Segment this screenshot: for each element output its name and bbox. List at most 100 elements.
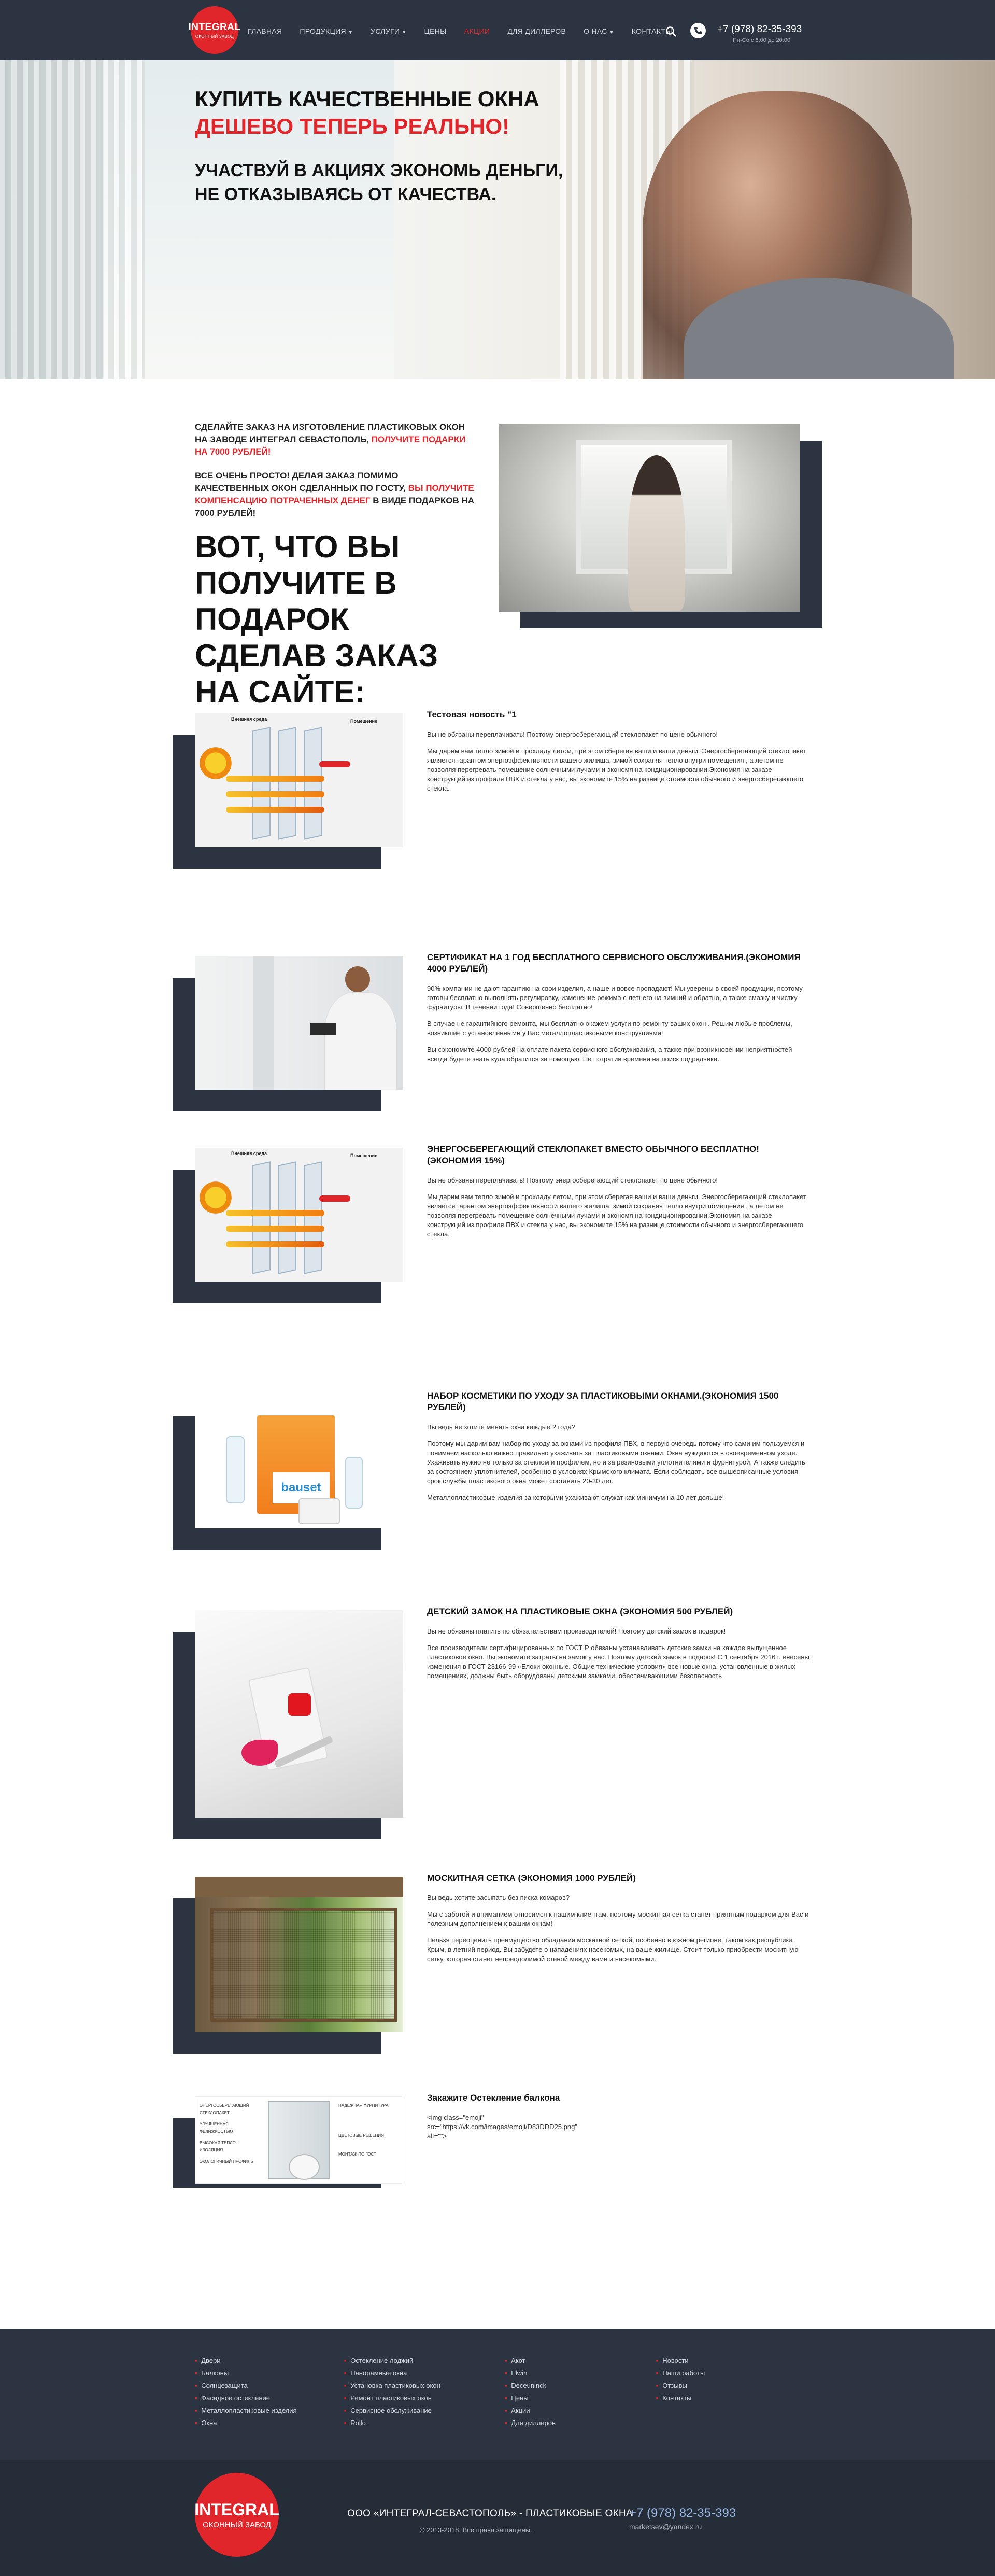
hero-title-line1: Купить качественные окна xyxy=(195,87,539,111)
feature-title: Закажите Остекление балкона xyxy=(427,2093,560,2103)
technician-body xyxy=(324,992,397,1090)
phone-icon[interactable] xyxy=(690,23,706,38)
promo-heading: Вот, что вы получите в подарок сделав за… xyxy=(195,529,438,709)
feature-body: Вы не обязаны платить по обязательствам … xyxy=(427,1627,811,1688)
footer-link[interactable]: Deceuninck xyxy=(505,2380,556,2392)
diagram-outside-label: Внешняя среда xyxy=(231,716,267,722)
feature-title: Москитная сетка (экономия 1000 рублей) xyxy=(427,1873,636,1883)
feature-paragraph: В случае не гарантийного ремонта, мы бес… xyxy=(427,1020,792,1037)
footer-link[interactable]: Двери xyxy=(195,2355,297,2367)
footer-link[interactable]: Цены xyxy=(505,2392,556,2404)
profile-label: ВЫСОКАЯ ТЕПЛО-ИЗОЛЯЦИЯ xyxy=(200,2141,237,2152)
footer-link[interactable]: Сервисное обслуживание xyxy=(344,2404,440,2417)
footer-link[interactable]: Окна xyxy=(195,2417,297,2429)
heat-arrow xyxy=(226,1226,324,1232)
profile-label: УЛУЧШЕННАЯ ФЕЛИЖКОСТЬЮ xyxy=(200,2122,233,2134)
footer-link[interactable]: Установка пластиковых окон xyxy=(344,2380,440,2392)
footer-email[interactable]: marketsev@yandex.ru xyxy=(629,2523,702,2531)
nav-about[interactable]: О нас ▼ xyxy=(584,27,614,35)
footer-link[interactable]: Балконы xyxy=(195,2367,297,2380)
footer-link[interactable]: Акции xyxy=(505,2404,556,2417)
feature-body: Вы ведь не хотите менять окна каждые 2 г… xyxy=(427,1423,811,1510)
feature-paragraph: Мы с заботой и вниманием относимся к наш… xyxy=(427,1910,809,1927)
site-header: INTEGRAL ОКОННЫЙ ЗАВОД Главная Продукция… xyxy=(0,0,995,60)
footer-link[interactable]: Elwin xyxy=(505,2367,556,2380)
feature-title: Набор косметики по уходу за пластиковыми… xyxy=(427,1391,779,1412)
logo-subtitle: ОКОННЫЙ ЗАВОД xyxy=(195,34,234,39)
footer-link[interactable]: Остекление лоджий xyxy=(344,2355,440,2367)
feature-paragraph: Мы дарим вам тепло зимой и прохладу лето… xyxy=(427,1193,806,1238)
logo-title: INTEGRAL xyxy=(188,21,241,33)
heat-arrow xyxy=(226,1210,324,1216)
cosmetics-kit-image: bauset xyxy=(195,1395,403,1528)
footer-logo-subtitle: ОКОННЫЙ ЗАВОД xyxy=(203,2521,271,2529)
logo[interactable]: INTEGRAL ОКОННЫЙ ЗАВОД xyxy=(188,6,241,54)
mosquito-net xyxy=(210,1908,397,2022)
nav-products[interactable]: Продукция ▼ xyxy=(300,27,353,35)
hero-subtitle-line2: не отказываясь от качества. xyxy=(195,185,496,204)
main-nav: Главная Продукция ▼ Услуги ▼ Цены Акции Дл… xyxy=(248,27,690,35)
footer-link[interactable]: Солнцезащита xyxy=(195,2380,297,2392)
feature-paragraph: <img class="emoji" src="https://vk.com/i… xyxy=(427,2114,577,2140)
footer-link[interactable]: Фасадное остекление xyxy=(195,2392,297,2404)
footer-link[interactable]: Наши работы xyxy=(656,2367,705,2380)
chevron-down-icon: ▼ xyxy=(402,30,407,35)
footer-copyright: © 2013-2018. Все права защищены. xyxy=(420,2526,532,2534)
promo-image xyxy=(499,424,800,612)
footer-link[interactable]: Отзывы xyxy=(656,2380,705,2392)
profile-labels-left: ЭНЕРГОСБЕРЕГАЮЩИЙ СТЕКЛОПАКЕТ УЛУЧШЕННАЯ… xyxy=(200,2102,260,2165)
diagram-outside-label: Внешняя среда xyxy=(231,1151,267,1156)
spray-bottle xyxy=(226,1436,245,1503)
promo-woman-figure xyxy=(628,455,685,611)
footer-link[interactable]: Металлопластиковые изделия xyxy=(195,2404,296,2417)
promo-text-1: Сделайте заказ на изготовление пластиков… xyxy=(195,421,475,458)
header-phone[interactable]: +7 (978) 82-35-393 xyxy=(717,24,802,35)
feature-body: Вы ведь хотите засыпать без писка комаро… xyxy=(427,1893,811,1971)
window-frame-top xyxy=(195,1877,403,1897)
technician-image xyxy=(195,956,403,1090)
search-icon[interactable] xyxy=(665,26,677,37)
feature-paragraph: Вы сэкономите 4000 рублей на оплате паке… xyxy=(427,1046,792,1063)
hero-curtain-left xyxy=(0,60,145,379)
feature-paragraph: 90% компании не дают гарантию на свои из… xyxy=(427,984,803,1011)
footer-link[interactable]: Ремонт пластиковых окон xyxy=(344,2392,440,2404)
footer-link[interactable]: Панорамные окна xyxy=(344,2367,440,2380)
nav-dealers[interactable]: Для диллеров xyxy=(507,27,566,35)
heat-arrow xyxy=(226,807,324,813)
footer-links xyxy=(0,2329,995,2460)
feature-paragraph: Мы дарим вам тепло зимой и прохладу лето… xyxy=(427,747,806,792)
feature-body: Вы не обязаны переплачивать! Поэтому эне… xyxy=(427,1176,811,1246)
technician-head xyxy=(345,966,370,992)
feature-title: Энергосберегающий стеклопакет вместо обы… xyxy=(427,1144,759,1165)
feature-paragraph: Металлопластиковые изделия за которыми у… xyxy=(427,1494,724,1501)
chevron-down-icon: ▼ xyxy=(609,30,614,35)
footer-phone[interactable]: +7 (978) 82-35-393 xyxy=(629,2506,736,2521)
footer-link[interactable]: Акот xyxy=(505,2355,556,2367)
footer-logo[interactable]: INTEGRAL ОКОННЫЙ ЗАВОД xyxy=(194,2473,279,2557)
footer-column: Остекление лоджий Панорамные окна Устано… xyxy=(344,2355,440,2429)
nav-promotions[interactable]: Акции xyxy=(464,27,490,35)
feature-paragraph: Вы ведь хотите засыпать без писка комаро… xyxy=(427,1894,570,1902)
feature-paragraph: Вы не обязаны переплачивать! Поэтому эне… xyxy=(427,730,718,738)
glass-pane xyxy=(278,727,296,840)
nav-prices[interactable]: Цены xyxy=(424,27,446,35)
chevron-down-icon: ▼ xyxy=(348,30,353,35)
nav-home[interactable]: Главная xyxy=(248,27,282,35)
heat-return-arrow xyxy=(319,761,350,767)
key-icon xyxy=(241,1740,278,1766)
profile-label: НАДЕЖНАЯ ФУРНИТУРА xyxy=(338,2103,389,2108)
profile-label: ЭКОЛОГИЧНЫЙ ПРОФИЛЬ xyxy=(200,2159,253,2164)
footer-link[interactable]: Новости xyxy=(656,2355,705,2367)
gost-badge-icon xyxy=(289,2154,320,2180)
footer-link[interactable]: Контакты xyxy=(656,2392,705,2404)
footer-column: Двери Балконы Солнцезащита Фасадное осте… xyxy=(195,2355,297,2429)
nav-services[interactable]: Услуги ▼ xyxy=(371,27,406,35)
cleaning-tube xyxy=(298,1498,340,1524)
feature-paragraph: Вы не обязаны переплачивать! Поэтому эне… xyxy=(427,1176,718,1184)
header-hours: Пн-Сб с 8:00 до 20:00 xyxy=(733,37,791,44)
footer-link[interactable]: Rollo xyxy=(344,2417,440,2429)
footer-link[interactable]: Для диллеров xyxy=(505,2417,556,2429)
feature-title: Тестовая новость "1 xyxy=(427,710,517,720)
glass-pane xyxy=(252,1161,271,1274)
footer-company: ООО «ИНТЕГРАЛ-СЕВАСТОПОЛЬ» - ПЛАСТИКОВЫЕ… xyxy=(347,2508,633,2519)
